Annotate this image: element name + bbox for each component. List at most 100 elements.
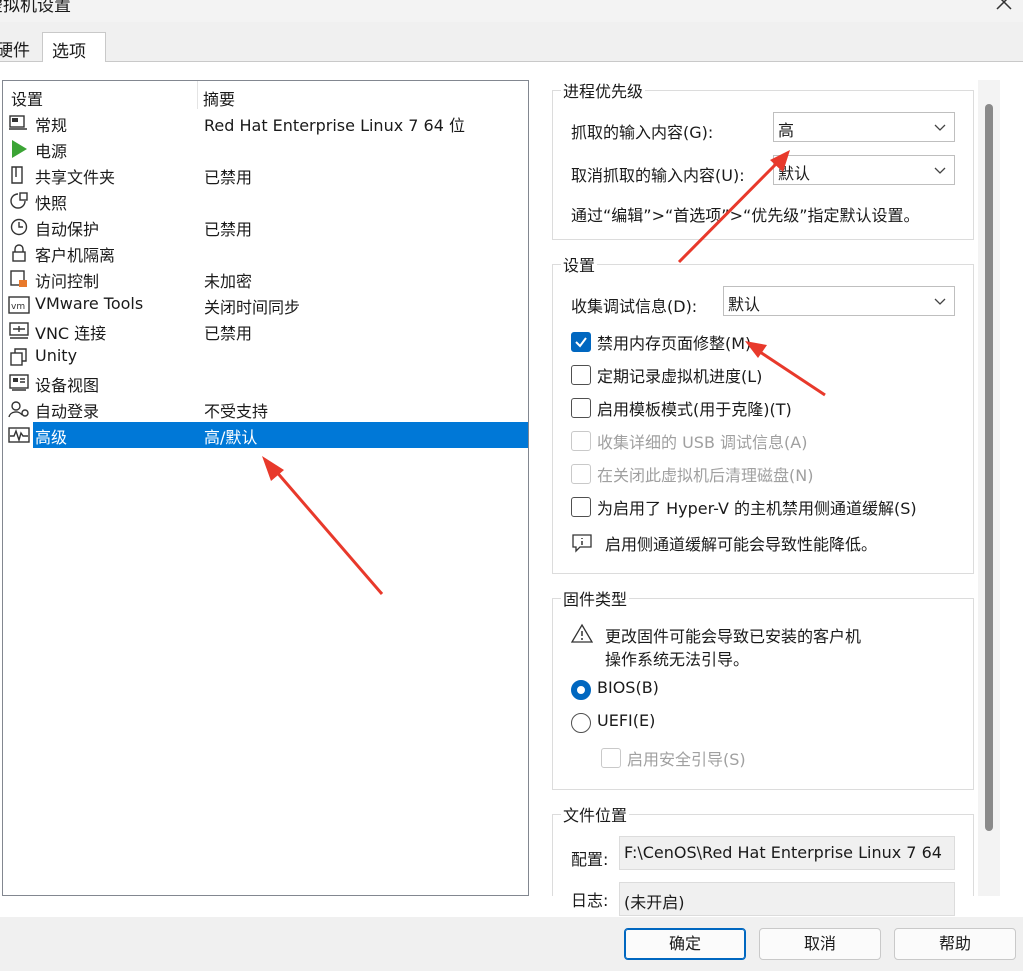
checkbox-label: 收集详细的 USB 调试信息(A) [597, 433, 808, 452]
radio-button[interactable] [571, 713, 591, 733]
list-item-label: 访问控制 [35, 272, 100, 291]
list-item-summary: 已禁用 [204, 168, 253, 187]
checkbox-box[interactable] [571, 497, 591, 517]
list-item-label: 电源 [35, 142, 68, 161]
lock-icon [8, 243, 30, 263]
log-path-value: (未开启) [624, 893, 685, 912]
list-item-access-control[interactable]: 访问控制 未加密 [3, 266, 528, 292]
list-item-summary: Red Hat Enterprise Linux 7 64 位 [204, 116, 465, 135]
group-title: 文件位置 [561, 802, 630, 826]
list-item-label: VMware Tools [35, 294, 144, 313]
chevron-down-icon [934, 124, 946, 131]
unity-icon [8, 347, 30, 367]
advanced-icon [8, 425, 30, 445]
settings-group: 设置 收集调试信息(D): 默认 禁用内存页面修整(M) 定期记录虚拟机进度(L… [552, 252, 974, 574]
debug-info-label: 收集调试信息(D): [571, 297, 698, 316]
list-item-label: 共享文件夹 [35, 168, 116, 187]
tab-options[interactable]: 选项 [42, 32, 106, 62]
file-location-group: 文件位置 配置: F:\CenOS\Red Hat Enterprise Lin… [552, 802, 974, 916]
group-title: 设置 [561, 252, 598, 276]
ungrabbed-priority-select[interactable]: 默认 [773, 155, 955, 185]
radio-label: UEFI(E) [597, 711, 656, 730]
list-item-vnc[interactable]: VNC 连接 已禁用 [3, 318, 528, 344]
select-value: 默认 [728, 295, 761, 314]
autologin-icon [8, 399, 30, 419]
close-icon[interactable] [994, 0, 1014, 12]
list-item-advanced[interactable]: 高级 高/默认 [3, 422, 528, 448]
list-item-snapshots[interactable]: 快照 [3, 188, 528, 214]
checkbox-label: 定期记录虚拟机进度(L) [597, 367, 763, 386]
radio-button[interactable] [571, 680, 591, 700]
power-play-icon [8, 139, 30, 159]
checkbox-box[interactable] [571, 365, 591, 385]
list-item-label: 常规 [35, 116, 68, 135]
grabbed-priority-select[interactable]: 高 [773, 112, 955, 142]
general-icon [8, 113, 30, 133]
settings-list: 设置 摘要 常规 Red Hat Enterprise Linux 7 64 位… [2, 80, 529, 896]
log-path-field[interactable]: (未开启) [619, 882, 955, 916]
log-label: 日志: [571, 891, 609, 910]
list-item-autoprotect[interactable]: 自动保护 已禁用 [3, 214, 528, 240]
list-header: 设置 摘要 [3, 81, 528, 109]
checkbox-box[interactable] [571, 398, 591, 418]
process-priority-group: 进程优先级 抓取的输入内容(G): 高 取消抓取的输入内容(U): 默认 通过“… [552, 78, 974, 240]
list-item-label: Unity [35, 346, 78, 365]
list-item-isolation[interactable]: 客户机隔离 [3, 240, 528, 266]
device-view-icon [8, 373, 30, 393]
select-value: 高 [778, 121, 795, 140]
checkbox-label: 启用安全引导(S) [627, 750, 746, 769]
config-path-field[interactable]: F:\CenOS\Red Hat Enterprise Linux 7 64 [619, 836, 955, 870]
column-header-summary[interactable]: 摘要 [203, 86, 235, 110]
priority-hint: 通过“编辑”>“首选项”>“优先级”指定默认设置。 [571, 206, 920, 225]
snapshot-icon [8, 191, 30, 211]
list-item-summary: 已禁用 [204, 220, 253, 239]
list-item-summary: 关闭时间同步 [204, 298, 301, 317]
checkbox-box[interactable] [571, 332, 591, 352]
vertical-scrollbar[interactable] [978, 80, 1000, 896]
group-title: 固件类型 [561, 586, 630, 610]
list-item-summary: 已禁用 [204, 324, 253, 343]
tab-hardware[interactable]: 硬件 [0, 36, 44, 62]
shared-folder-icon [8, 165, 30, 185]
radio-label: BIOS(B) [597, 678, 659, 697]
list-item-summary: 未加密 [204, 272, 253, 291]
help-button[interactable]: 帮助 [894, 928, 1016, 960]
list-item-summary: 高/默认 [204, 428, 258, 447]
ungrabbed-input-label: 取消抓取的输入内容(U): [571, 166, 745, 185]
list-item-summary: 不受支持 [204, 402, 269, 421]
checkbox-label: 禁用内存页面修整(M) [597, 334, 752, 353]
list-item-label: 客户机隔离 [35, 246, 116, 265]
select-value: 默认 [778, 164, 811, 183]
checkbox-box [571, 464, 591, 484]
warning-icon [571, 623, 593, 643]
info-text: 启用侧通道缓解可能会导致性能降低。 [605, 535, 878, 554]
list-item-general[interactable]: 常规 Red Hat Enterprise Linux 7 64 位 [3, 110, 528, 136]
ok-button[interactable]: 确定 [624, 928, 746, 960]
list-item-label: 高级 [35, 428, 68, 447]
scrollbar-thumb[interactable] [985, 104, 993, 831]
checkbox-box [571, 431, 591, 451]
column-header-setting[interactable]: 设置 [11, 86, 43, 110]
vnc-icon [8, 321, 30, 341]
selection-highlight [33, 422, 528, 448]
window-title: 虚拟机设置 [0, 0, 71, 16]
list-item-unity[interactable]: Unity [3, 344, 528, 370]
checkbox-label: 启用模板模式(用于克隆)(T) [597, 400, 792, 419]
list-item-device-view[interactable]: 设备视图 [3, 370, 528, 396]
vmware-tools-icon: vm [8, 295, 30, 315]
column-divider[interactable] [197, 81, 198, 109]
options-detail-panel: 进程优先级 抓取的输入内容(G): 高 取消抓取的输入内容(U): 默认 通过“… [540, 78, 1004, 916]
firmware-warning-line1: 更改固件可能会导致已安装的客户机 [605, 627, 862, 646]
title-bar: 虚拟机设置 [0, 0, 1023, 22]
firmware-warning-line2: 操作系统无法引导。 [605, 650, 750, 669]
list-item-autologin[interactable]: 自动登录 不受支持 [3, 396, 528, 422]
list-rows: 常规 Red Hat Enterprise Linux 7 64 位 电源 共享… [3, 110, 528, 448]
list-item-power[interactable]: 电源 [3, 136, 528, 162]
debug-info-select[interactable]: 默认 [723, 286, 955, 316]
list-item-vmware-tools[interactable]: vm VMware Tools 关闭时间同步 [3, 292, 528, 318]
cancel-button[interactable]: 取消 [759, 928, 881, 960]
list-item-shared-folders[interactable]: 共享文件夹 已禁用 [3, 162, 528, 188]
chevron-down-icon [934, 167, 946, 174]
config-label: 配置: [571, 850, 609, 869]
list-item-label: 设备视图 [35, 376, 100, 395]
